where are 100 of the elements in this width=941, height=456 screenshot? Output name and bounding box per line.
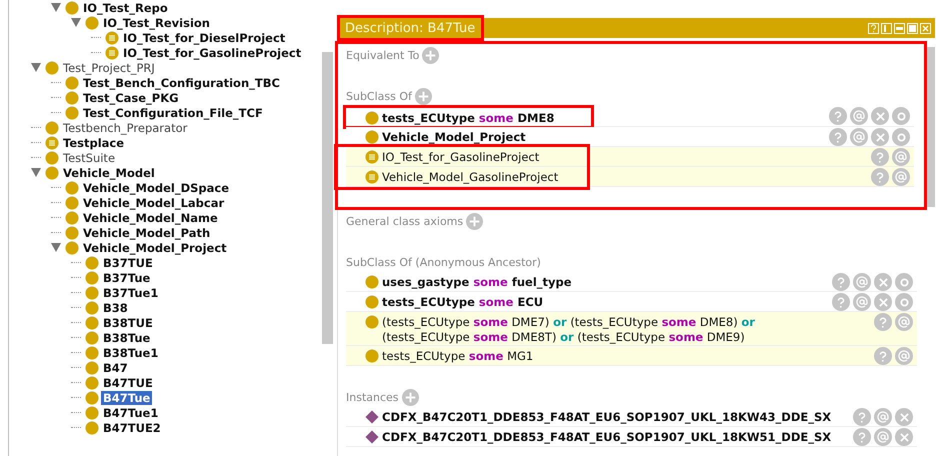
explain-button[interactable] [832, 273, 850, 291]
explain-button[interactable] [829, 107, 847, 125]
edit-button[interactable] [895, 293, 913, 311]
section-title: General class axioms [346, 214, 464, 228]
annotate-button[interactable] [874, 408, 892, 426]
class-circle-icon [365, 295, 379, 309]
class-circle-icon [45, 150, 59, 164]
close-icon[interactable] [920, 22, 931, 34]
expand-toggle-icon[interactable] [51, 243, 61, 252]
edit-button[interactable] [892, 128, 910, 146]
class-circle-icon [365, 111, 379, 125]
class-expression: uses_gastype some fuel_type [382, 275, 573, 290]
edit-button[interactable] [895, 273, 913, 291]
annotate-button[interactable] [853, 293, 871, 311]
delete-button[interactable] [871, 107, 889, 125]
view-title: Description: B47Tue [345, 20, 476, 36]
annotate-button[interactable] [895, 313, 913, 331]
class-circle-icon [65, 0, 79, 14]
section-title: Equivalent To [346, 48, 420, 62]
delete-button[interactable] [895, 408, 913, 426]
defined-class-icon [45, 136, 59, 150]
maximize-icon[interactable] [907, 22, 918, 34]
expand-toggle-icon[interactable] [71, 18, 81, 27]
tree-item[interactable]: B47Tue [101, 390, 152, 404]
expand-toggle-icon[interactable] [51, 3, 61, 12]
explain-button[interactable] [832, 293, 850, 311]
scrollbar-thumb[interactable] [927, 47, 935, 207]
annotate-button[interactable] [853, 273, 871, 291]
delete-button[interactable] [874, 273, 892, 291]
annotate-button[interactable] [850, 128, 868, 146]
explain-button[interactable] [829, 128, 847, 146]
tree-item[interactable]: Vehicle_Model_Path [81, 226, 212, 240]
tree-item[interactable]: IO_Test_for_DieselProject [121, 30, 288, 44]
class-circle-icon [365, 349, 379, 363]
explain-button[interactable] [853, 428, 871, 446]
tree-item[interactable]: Testbench_Preparator [61, 120, 190, 134]
expand-toggle-icon[interactable] [31, 168, 41, 177]
annotate-button[interactable] [850, 107, 868, 125]
tree-item[interactable]: B47Tue1 [101, 406, 160, 420]
expand-toggle-icon[interactable] [31, 63, 41, 72]
add-icon[interactable] [466, 212, 484, 230]
scrollbar-thumb[interactable] [322, 52, 333, 344]
annotate-button[interactable] [892, 148, 910, 166]
cross-icon [876, 112, 884, 120]
defined-class-icon [105, 46, 119, 60]
at-sign-icon [895, 171, 907, 183]
tree-item[interactable]: Test_Configuration_File_TCF [81, 106, 265, 120]
annotate-button[interactable] [892, 168, 910, 186]
tree-item[interactable]: IO_Test_Repo [81, 0, 170, 14]
tree-item[interactable]: Test_Case_PKG [81, 90, 181, 104]
add-icon[interactable] [414, 88, 432, 104]
tree-item[interactable]: B47TUE2 [101, 420, 163, 434]
delete-button[interactable] [874, 293, 892, 311]
tree-item[interactable]: IO_Test_Revision [101, 16, 212, 30]
tree-item[interactable]: B37TUE [101, 256, 155, 270]
class-circle-icon [85, 420, 99, 434]
class-circle-icon [365, 315, 379, 329]
split-view-icon[interactable] [894, 22, 905, 34]
tree-item[interactable]: Vehicle_Model_DSpace [81, 180, 232, 194]
explain-button[interactable] [874, 313, 892, 331]
tree-item[interactable]: B37Tue [101, 270, 152, 284]
edit-button[interactable] [892, 107, 910, 125]
class-expression: Vehicle_Model_Project [382, 130, 527, 145]
tree-item[interactable]: Test_Bench_Configuration_TBC [81, 76, 282, 90]
delete-button[interactable] [895, 428, 913, 446]
explain-button[interactable] [871, 148, 889, 166]
tree-item[interactable]: Vehicle_Model_Labcar [81, 196, 226, 210]
tree-item[interactable]: TestSuite [61, 150, 118, 164]
tree-item[interactable]: Vehicle_Model_Project [81, 240, 229, 254]
tree-item[interactable]: B38Tue1 [101, 346, 160, 360]
tree-item[interactable]: Test_Project_PRJ [61, 60, 157, 74]
class-circle-icon [85, 330, 99, 344]
explain-button[interactable] [874, 347, 892, 365]
add-icon[interactable] [402, 388, 419, 406]
add-icon[interactable] [422, 46, 440, 64]
split-view-icon[interactable] [881, 22, 892, 34]
tree-item[interactable]: B47TUE [101, 376, 155, 390]
class-circle-icon [45, 120, 59, 134]
tree-item[interactable]: IO_Test_for_GasolineProject [121, 46, 304, 60]
class-circle-icon [65, 90, 79, 104]
tree-item[interactable]: B47 [101, 360, 130, 374]
annotate-button[interactable] [895, 347, 913, 365]
explain-button[interactable] [853, 408, 871, 426]
help-icon[interactable] [868, 22, 879, 34]
tree-item[interactable]: Vehicle_Model_Name [81, 210, 220, 224]
tree-item[interactable]: Testplace [61, 136, 126, 150]
cross-icon [900, 432, 908, 442]
class-circle-icon [365, 130, 379, 144]
class-circle-icon [365, 275, 379, 289]
tree-item[interactable]: B38Tue [101, 330, 152, 344]
explain-button[interactable] [871, 168, 889, 186]
delete-button[interactable] [871, 128, 889, 146]
at-sign-icon [856, 296, 868, 308]
tree-item[interactable]: B38 [101, 300, 130, 314]
annotate-button[interactable] [874, 428, 892, 446]
tree-item[interactable]: Vehicle_Model [61, 166, 157, 180]
class-circle-icon [85, 390, 99, 404]
tree-item[interactable]: B38TUE [101, 316, 155, 330]
at-sign-icon [877, 431, 889, 443]
tree-item[interactable]: B37Tue1 [101, 286, 160, 300]
